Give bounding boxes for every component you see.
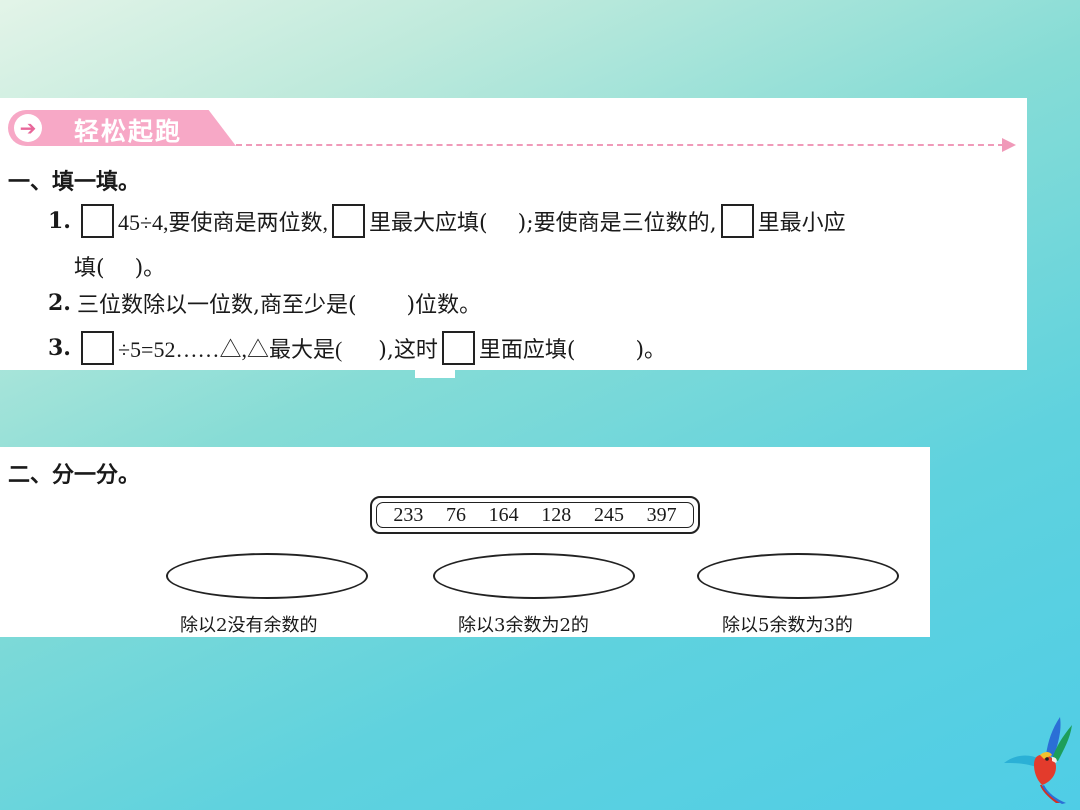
question-1: 1. 45÷4,要使商是两位数, 里最大应填( );要使商是三位数的, 里最小应	[48, 203, 846, 239]
group-ellipse-div2[interactable]	[166, 553, 368, 599]
question-text: 里最大应填(	[369, 211, 488, 236]
banner-title: 轻松起跑	[74, 117, 183, 146]
question-text: 里最小应	[757, 211, 846, 236]
question-1-cont: 填( )。	[74, 248, 165, 284]
question-number: 2.	[48, 290, 71, 316]
question-text: ),这时	[378, 338, 438, 363]
numbers-box: 233 76 164 128 245 397	[370, 496, 700, 534]
group-ellipse-div3[interactable]	[433, 553, 635, 599]
arrow-right-icon: ➔	[14, 114, 42, 142]
number-item[interactable]: 245	[594, 504, 624, 527]
question-text: )。	[134, 256, 166, 281]
panel-notch	[415, 370, 455, 378]
fill-in-panel: ➔ 轻松起跑 一、填一填。 1. 45÷4,要使商是两位数, 里最大应填( );…	[0, 98, 1027, 370]
number-item[interactable]: 233	[393, 504, 423, 527]
answer-box[interactable]	[80, 331, 114, 365]
arrow-head-icon	[1002, 138, 1016, 152]
question-text: );要使商是三位数的,	[517, 211, 717, 236]
section-heading-sort: 二、分一分。	[8, 463, 141, 488]
number-item[interactable]: 128	[541, 504, 571, 527]
parrot-icon	[1004, 717, 1072, 804]
answer-box[interactable]	[332, 204, 366, 238]
number-item[interactable]: 76	[446, 504, 466, 527]
answer-box[interactable]	[720, 204, 754, 238]
question-text: 45÷4,要使商是两位数,	[117, 210, 329, 235]
number-item[interactable]: 164	[489, 504, 519, 527]
number-item[interactable]: 397	[647, 504, 677, 527]
answer-box[interactable]	[441, 331, 475, 365]
question-text: ÷5=52……△,△最大是(	[117, 337, 343, 362]
group-ellipse-div5[interactable]	[697, 553, 899, 599]
dashed-divider	[236, 144, 1004, 146]
question-number: 1.	[48, 208, 71, 234]
question-3: 3. ÷5=52……△,△最大是( ),这时 里面应填( )。	[48, 330, 666, 366]
group-label: 除以2没有余数的	[180, 615, 318, 636]
sort-panel: 二、分一分。 233 76 164 128 245 397 除以2没有余数的 除…	[0, 447, 930, 637]
question-number: 3.	[48, 335, 71, 361]
group-label: 除以3余数为2的	[458, 615, 589, 636]
group-label: 除以5余数为3的	[722, 615, 853, 636]
question-text: 填(	[74, 256, 105, 281]
answer-box[interactable]	[80, 204, 114, 238]
section-heading-fill: 一、填一填。	[8, 170, 141, 195]
question-text: )位数。	[406, 293, 482, 318]
question-text: 三位数除以一位数,商至少是(	[76, 293, 357, 318]
question-2: 2. 三位数除以一位数,商至少是( )位数。	[48, 285, 481, 321]
question-text: 里面应填(	[478, 338, 576, 363]
question-text: )。	[635, 338, 667, 363]
